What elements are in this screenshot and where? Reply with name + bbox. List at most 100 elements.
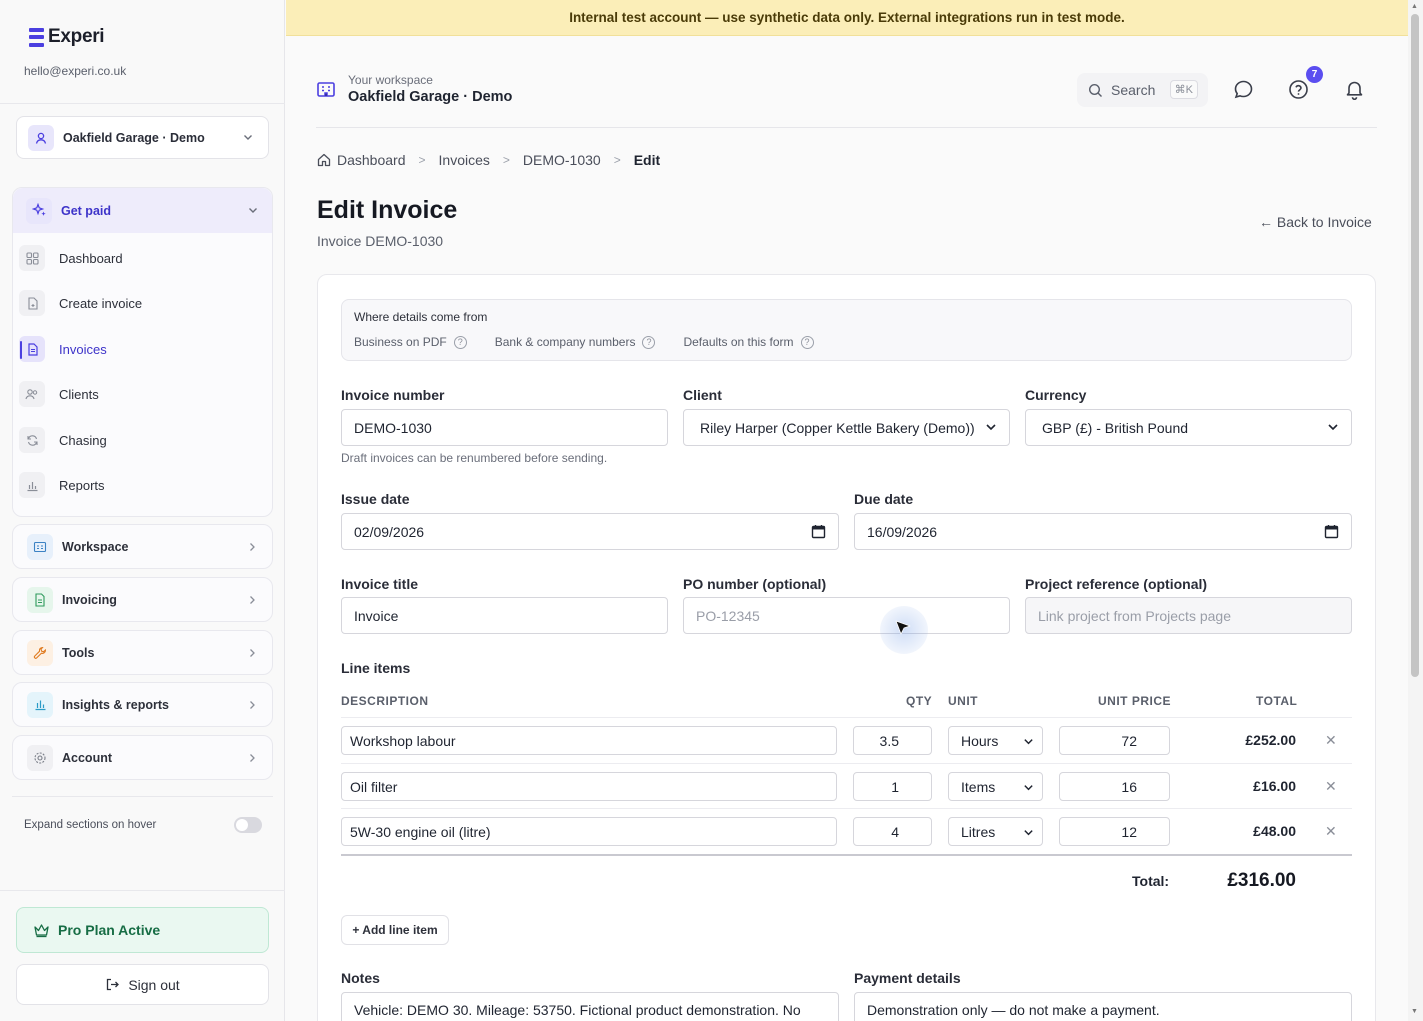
column-header-total: TOTAL <box>1256 694 1298 708</box>
pro-plan-badge[interactable]: Pro Plan Active <box>16 907 269 953</box>
breadcrumb-dashboard[interactable]: Dashboard <box>337 152 406 168</box>
issue-date-value: 02/09/2026 <box>354 523 425 540</box>
chat-icon[interactable] <box>1233 79 1254 100</box>
line-item-unit-price-input[interactable]: 12 <box>1059 817 1170 846</box>
back-to-invoice-link[interactable]: ← Back to Invoice <box>1259 214 1372 230</box>
breadcrumb-invoice[interactable]: DEMO-1030 <box>523 152 601 168</box>
account-email: hello@experi.co.uk <box>24 64 127 78</box>
sidebar-item-reports[interactable]: Reports <box>19 467 259 503</box>
line-item-unit-price-input[interactable]: 16 <box>1059 772 1170 801</box>
chevron-down-icon <box>1328 424 1338 431</box>
column-header-unit: UNIT <box>948 694 978 708</box>
nav-group-invoicing[interactable]: Invoicing <box>12 577 273 622</box>
remove-line-icon[interactable]: ✕ <box>1325 778 1337 795</box>
line-item-description-input[interactable]: Oil filter <box>341 772 837 801</box>
line-item-description-input[interactable]: 5W-30 engine oil (litre) <box>341 817 837 846</box>
remove-line-icon[interactable]: ✕ <box>1325 732 1337 749</box>
file-plus-icon <box>19 290 45 316</box>
chevron-down-icon <box>244 135 252 140</box>
due-date-label: Due date <box>854 491 914 507</box>
search-label: Search <box>1111 82 1156 98</box>
divider <box>0 103 285 104</box>
line-item-qty-input[interactable]: 1 <box>853 772 932 801</box>
sidebar-item-dashboard[interactable]: Dashboard <box>19 240 259 276</box>
brand-logo[interactable]: Experi <box>29 26 105 48</box>
project-reference-input[interactable]: Link project from Projects page <box>1025 597 1352 634</box>
po-number-input[interactable]: PO-12345 <box>683 597 1010 634</box>
remove-line-icon[interactable]: ✕ <box>1325 823 1337 840</box>
sign-out-button[interactable]: Sign out <box>16 964 269 1005</box>
sidebar-item-label: Dashboard <box>59 250 123 266</box>
issue-date-input[interactable]: 02/09/2026 <box>341 513 839 550</box>
sidebar-item-label: Clients <box>59 386 99 402</box>
client-select[interactable]: Riley Harper (Copper Kettle Bakery (Demo… <box>683 409 1010 446</box>
nav-group-tools[interactable]: Tools <box>12 630 273 675</box>
line-item-unit-select[interactable]: Litres <box>948 817 1043 846</box>
scroll-down-icon[interactable]: ▼ <box>1411 1008 1418 1015</box>
grid-icon <box>19 245 45 271</box>
sidebar-item-create-invoice[interactable]: Create invoice <box>19 285 259 321</box>
breadcrumb-invoices[interactable]: Invoices <box>439 152 490 168</box>
line-item-total: £252.00 <box>1245 732 1296 748</box>
notes-textarea[interactable]: Vehicle: DEMO 30. Mileage: 53750. Fictio… <box>341 992 839 1021</box>
currency-label: Currency <box>1025 387 1087 403</box>
client-select-value: Riley Harper (Copper Kettle Bakery (Demo… <box>700 419 975 436</box>
line-item-unit-select[interactable]: Items <box>948 772 1043 801</box>
workspace-caption: Your workspace <box>348 73 433 87</box>
currency-select[interactable]: GBP (£) - British Pound <box>1025 409 1352 446</box>
table-header-divider <box>341 717 1352 718</box>
line-item-description-input[interactable]: Workshop labour <box>341 726 837 755</box>
nav-group-label: Tools <box>62 645 95 660</box>
expand-on-hover-setting: Expand sections on hover <box>24 817 262 833</box>
chevron-right-icon: > <box>418 153 426 167</box>
expand-on-hover-toggle[interactable] <box>234 817 262 833</box>
form-defaults-info[interactable]: Defaults on this form? <box>683 335 814 349</box>
divider <box>12 796 273 797</box>
sidebar-item-invoices[interactable]: Invoices <box>19 331 259 367</box>
invoice-number-label: Invoice number <box>341 387 445 403</box>
due-date-value: 16/09/2026 <box>867 523 938 540</box>
line-item-unit-select[interactable]: Hours <box>948 726 1043 755</box>
invoice-title-input[interactable]: Invoice <box>341 597 668 634</box>
workspace-switcher-label: Oakfield Garage · Demo <box>63 130 205 145</box>
nav-group-insights[interactable]: Insights & reports <box>12 682 273 727</box>
invoice-number-input[interactable]: DEMO-1030 <box>341 409 668 446</box>
bell-icon[interactable] <box>1344 79 1365 100</box>
bank-company-numbers-info[interactable]: Bank & company numbers? <box>495 335 656 349</box>
help-icon[interactable] <box>1288 79 1309 100</box>
search-button[interactable]: Search ⌘K <box>1077 73 1208 107</box>
nav-group-get-paid-header[interactable]: Get paid <box>13 188 272 233</box>
sidebar-item-label: Chasing <box>59 432 107 448</box>
nav-group-account[interactable]: Account <box>12 735 273 780</box>
nav-group-workspace[interactable]: Workspace <box>12 524 273 569</box>
sidebar-item-clients[interactable]: Clients <box>19 376 259 412</box>
invoice-title-label: Invoice title <box>341 576 419 592</box>
total-divider <box>341 854 1352 856</box>
calendar-icon[interactable] <box>1324 524 1339 539</box>
payment-details-textarea[interactable]: Demonstration only — do not make a payme… <box>854 992 1352 1021</box>
line-item-qty-input[interactable]: 4 <box>853 817 932 846</box>
calendar-icon[interactable] <box>811 524 826 539</box>
help-icon: ? <box>642 335 656 349</box>
crown-icon <box>34 923 49 937</box>
notes-label: Notes <box>341 970 380 986</box>
row-divider <box>341 808 1352 809</box>
line-item-unit-price-input[interactable]: 72 <box>1059 726 1170 755</box>
due-date-input[interactable]: 16/09/2026 <box>854 513 1352 550</box>
invoice-form-card <box>317 274 1376 1021</box>
workspace-switcher[interactable]: Oakfield Garage · Demo <box>16 116 269 159</box>
divider <box>0 890 285 891</box>
nav-group-label: Insights & reports <box>62 697 169 712</box>
scrollbar-thumb[interactable] <box>1411 14 1419 677</box>
business-on-pdf-info[interactable]: Business on PDF? <box>354 335 467 349</box>
pro-plan-label: Pro Plan Active <box>58 922 161 938</box>
info-label: Defaults on this form <box>683 335 794 349</box>
logout-icon <box>107 978 120 991</box>
chevron-right-icon <box>250 754 255 762</box>
line-item-qty-input[interactable]: 3.5 <box>853 726 932 755</box>
sidebar-item-chasing[interactable]: Chasing <box>19 422 259 458</box>
nav-group-label: Account <box>62 750 112 765</box>
column-header-description: DESCRIPTION <box>341 694 429 708</box>
add-line-item-button[interactable]: + Add line item <box>341 915 449 945</box>
scroll-up-icon[interactable]: ▲ <box>1411 3 1418 10</box>
